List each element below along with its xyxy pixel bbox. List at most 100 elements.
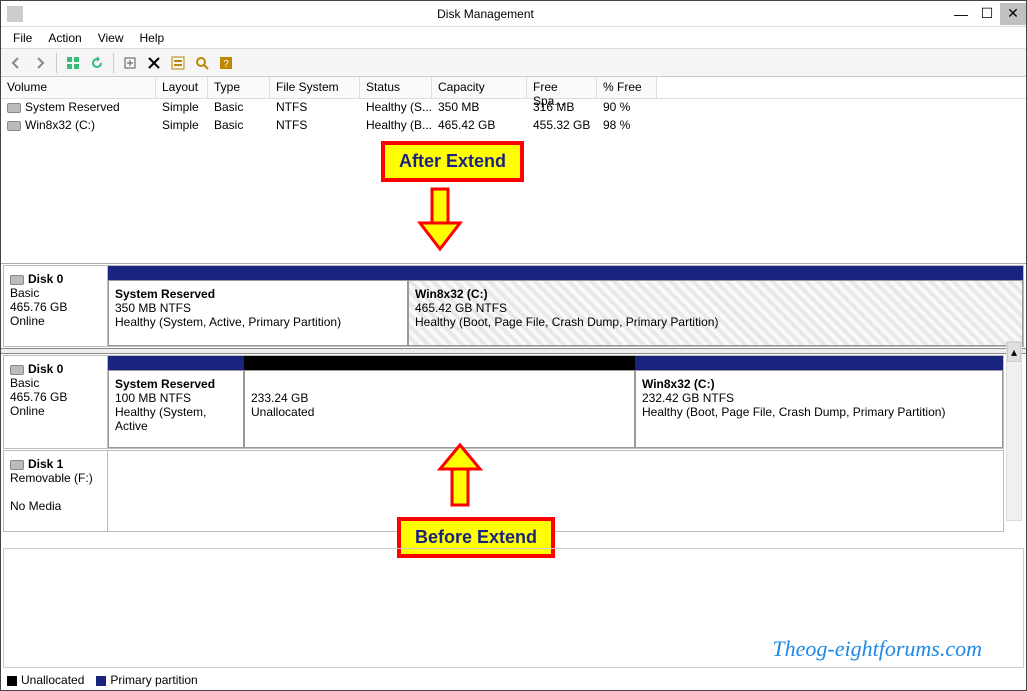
- cell: Healthy (S...: [360, 99, 432, 117]
- disk-icon: [10, 365, 24, 375]
- toolbar-find-icon[interactable]: [191, 52, 213, 74]
- cell: Simple: [156, 117, 208, 135]
- partition-title: System Reserved: [115, 377, 215, 391]
- disk-panel-after: Disk 0 Basic 465.76 GB Online System Res…: [3, 265, 1024, 347]
- col-fs[interactable]: File System: [270, 77, 360, 98]
- menu-action[interactable]: Action: [40, 29, 89, 47]
- disk-size: 465.76 GB: [10, 300, 67, 314]
- app-icon: [7, 6, 23, 22]
- cell: 98 %: [597, 117, 657, 135]
- partition-desc: Healthy (Boot, Page File, Crash Dump, Pr…: [415, 315, 718, 329]
- menu-view[interactable]: View: [90, 29, 132, 47]
- toolbar-new-icon[interactable]: [119, 52, 141, 74]
- disk-type: Basic: [10, 286, 39, 300]
- volume-row[interactable]: Win8x32 (C:) Simple Basic NTFS Healthy (…: [1, 117, 1026, 135]
- refresh-icon[interactable]: [86, 52, 108, 74]
- back-icon[interactable]: [5, 52, 27, 74]
- partition-system-reserved[interactable]: System Reserved 100 MB NTFS Healthy (Sys…: [108, 370, 244, 448]
- partition-sub: 233.24 GB: [251, 391, 308, 405]
- volume-list-header: Volume Layout Type File System Status Ca…: [1, 77, 1026, 99]
- disk-state: Online: [10, 314, 45, 328]
- cell: Healthy (B...: [360, 117, 432, 135]
- disk-type: Basic: [10, 376, 39, 390]
- partition-desc: Healthy (System, Active: [115, 405, 206, 433]
- minimize-button[interactable]: —: [948, 3, 974, 25]
- cell: NTFS: [270, 117, 360, 135]
- partition-desc: Unallocated: [251, 405, 314, 419]
- disk-name: Disk 0: [28, 362, 63, 376]
- down-arrow-icon: [415, 183, 465, 253]
- partition-sub: 232.42 GB NTFS: [642, 391, 734, 405]
- disk-size: 465.76 GB: [10, 390, 67, 404]
- watermark: Theog-eightforums.com: [772, 636, 982, 662]
- partition-sub: 350 MB NTFS: [115, 301, 191, 315]
- menu-file[interactable]: File: [5, 29, 40, 47]
- partition-title: Win8x32 (C:): [415, 287, 488, 301]
- disk-name: Disk 0: [28, 272, 63, 286]
- disk-icon: [10, 460, 24, 470]
- toolbar-help-icon[interactable]: ?: [215, 52, 237, 74]
- toolbar-properties-icon[interactable]: [167, 52, 189, 74]
- volume-list: System Reserved Simple Basic NTFS Health…: [1, 99, 1026, 264]
- disk-bar-strip: [108, 266, 1023, 280]
- legend-unallocated: Unallocated: [21, 673, 84, 687]
- window-title: Disk Management: [23, 7, 948, 21]
- cell: NTFS: [270, 99, 360, 117]
- empty-disk-bar: [108, 451, 1003, 531]
- after-extend-label: After Extend: [381, 141, 524, 182]
- partition-title: System Reserved: [115, 287, 215, 301]
- toolbar: ?: [1, 49, 1026, 77]
- volume-name: Win8x32 (C:): [25, 118, 95, 132]
- cell: 316 MB: [527, 99, 597, 117]
- scrollbar[interactable]: ▴: [1006, 341, 1022, 521]
- toolbar-delete-icon[interactable]: [143, 52, 165, 74]
- cell: Basic: [208, 99, 270, 117]
- partition-title: Win8x32 (C:): [642, 377, 715, 391]
- partition-system-reserved[interactable]: System Reserved 350 MB NTFS Healthy (Sys…: [108, 280, 408, 346]
- disk-type: Removable (F:): [10, 471, 93, 485]
- partition-sub: 100 MB NTFS: [115, 391, 191, 405]
- volume-icon: [7, 103, 21, 113]
- cell: 465.42 GB: [432, 117, 527, 135]
- col-pctfree[interactable]: % Free: [597, 77, 657, 98]
- menu-bar: File Action View Help: [1, 27, 1026, 49]
- toolbar-grid-icon[interactable]: [62, 52, 84, 74]
- svg-text:?: ?: [223, 59, 229, 70]
- splitter[interactable]: [1, 348, 1026, 354]
- cell: Basic: [208, 117, 270, 135]
- maximize-button[interactable]: ☐: [974, 3, 1000, 25]
- col-volume[interactable]: Volume: [1, 77, 156, 98]
- disk-name: Disk 1: [28, 457, 63, 471]
- volume-name: System Reserved: [25, 100, 120, 114]
- menu-help[interactable]: Help: [132, 29, 173, 47]
- title-bar: Disk Management — ☐ ✕: [1, 1, 1026, 27]
- disk-state: No Media: [10, 499, 61, 513]
- forward-icon[interactable]: [29, 52, 51, 74]
- partition-desc: Healthy (System, Active, Primary Partiti…: [115, 315, 341, 329]
- col-type[interactable]: Type: [208, 77, 270, 98]
- disk-info[interactable]: Disk 0 Basic 465.76 GB Online: [4, 356, 108, 448]
- col-capacity[interactable]: Capacity: [432, 77, 527, 98]
- volume-row[interactable]: System Reserved Simple Basic NTFS Health…: [1, 99, 1026, 117]
- disk-state: Online: [10, 404, 45, 418]
- partition-c-drive[interactable]: Win8x32 (C:) 232.42 GB NTFS Healthy (Boo…: [635, 370, 1003, 448]
- partition-sub: 465.42 GB NTFS: [415, 301, 507, 315]
- cell: 350 MB: [432, 99, 527, 117]
- legend: Unallocated Primary partition: [7, 673, 198, 687]
- disk-info[interactable]: Disk 0 Basic 465.76 GB Online: [4, 266, 108, 346]
- col-free[interactable]: Free Spa...: [527, 77, 597, 98]
- col-layout[interactable]: Layout: [156, 77, 208, 98]
- partition-desc: Healthy (Boot, Page File, Crash Dump, Pr…: [642, 405, 945, 419]
- partition-unallocated[interactable]: 233.24 GB Unallocated: [244, 370, 635, 448]
- before-extend-label: Before Extend: [397, 517, 555, 558]
- col-status[interactable]: Status: [360, 77, 432, 98]
- cell: 455.32 GB: [527, 117, 597, 135]
- close-button[interactable]: ✕: [1000, 3, 1026, 25]
- disk-bar-strip: [108, 356, 1003, 370]
- cell: 90 %: [597, 99, 657, 117]
- legend-primary: Primary partition: [110, 673, 197, 687]
- volume-icon: [7, 121, 21, 131]
- disk-panel-before: Disk 0 Basic 465.76 GB Online System Res…: [3, 355, 1004, 449]
- disk-info[interactable]: Disk 1 Removable (F:) No Media: [4, 451, 108, 531]
- partition-c-drive[interactable]: Win8x32 (C:) 465.42 GB NTFS Healthy (Boo…: [408, 280, 1023, 346]
